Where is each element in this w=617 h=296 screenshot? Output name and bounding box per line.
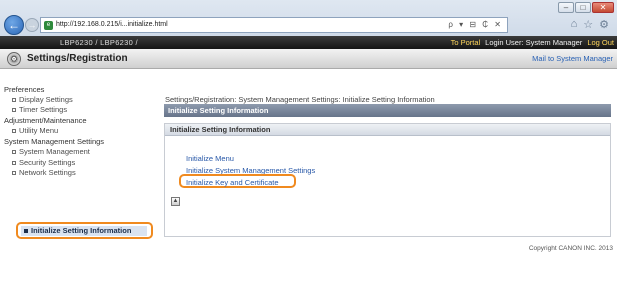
- bullet-icon: [24, 229, 28, 234]
- panel-title: Initialize Setting Information: [165, 124, 610, 136]
- sidebar-item-system-management[interactable]: System Management: [12, 147, 90, 156]
- selected-item: Initialize Setting Information: [21, 226, 147, 236]
- sidebar-item-label: Initialize Setting Information: [31, 226, 132, 235]
- initialize-key-and-certificate-link[interactable]: Initialize Key and Certificate: [186, 178, 279, 187]
- sidebar-item-label: System Management: [19, 147, 90, 156]
- forward-button[interactable]: →: [25, 18, 39, 32]
- to-portal-link[interactable]: To Portal: [451, 38, 481, 47]
- copyright-text: Copyright CANON INC. 2013: [528, 245, 613, 252]
- bullet-icon: [12, 171, 16, 176]
- sidebar-item-timer-settings[interactable]: Timer Settings: [12, 105, 67, 114]
- sidebar-section-preferences[interactable]: Preferences: [4, 85, 44, 94]
- address-tools[interactable]: ρ ▾ ⊟ ₵ ✕: [448, 20, 503, 29]
- minimize-button[interactable]: –: [558, 2, 574, 13]
- app-top-bar: LBP6230 / LBP6230 / To Portal Login User…: [0, 36, 617, 49]
- logout-link[interactable]: Log Out: [587, 38, 614, 47]
- sidebar-section-system-management-settings[interactable]: System Management Settings: [4, 137, 104, 146]
- home-icon[interactable]: ⌂: [571, 18, 578, 31]
- sidebar-item-label: Timer Settings: [19, 105, 68, 114]
- bullet-icon: [12, 161, 16, 166]
- sidebar-item-initialize-setting-information[interactable]: Initialize Setting Information: [16, 222, 153, 239]
- sidebar-item-network-settings[interactable]: Network Settings: [12, 168, 76, 177]
- maximize-button[interactable]: □: [575, 2, 591, 13]
- page-header: ⚙ Settings/Registration Mail to System M…: [0, 49, 617, 69]
- bullet-icon: [12, 98, 16, 103]
- mail-to-system-manager-link[interactable]: Mail to System Manager: [532, 54, 613, 63]
- back-button[interactable]: ←: [4, 15, 24, 35]
- sidebar-item-security-settings[interactable]: Security Settings: [12, 158, 75, 167]
- login-user-text: Login User: System Manager: [485, 38, 583, 47]
- sidebar-item-label: Network Settings: [19, 168, 76, 177]
- sidebar-item-label: Display Settings: [19, 95, 73, 104]
- close-button[interactable]: ✕: [592, 2, 614, 13]
- content-panel: Initialize Setting Information Initializ…: [164, 123, 611, 237]
- sidebar-item-display-settings[interactable]: Display Settings: [12, 95, 73, 104]
- sidebar-item-label: Security Settings: [19, 158, 76, 167]
- sidebar-section-adjustment[interactable]: Adjustment/Maintenance: [4, 116, 87, 125]
- gear-icon[interactable]: ⚙: [599, 18, 609, 31]
- page-title: Settings/Registration: [27, 53, 128, 64]
- scroll-to-top-icon[interactable]: ▲: [171, 197, 180, 206]
- initialize-menu-link[interactable]: Initialize Menu: [186, 154, 234, 163]
- printer-model: LBP6230 / LBP6230 /: [60, 38, 138, 47]
- navigation-bar: ← → e http://192.168.0.215/i...initializ…: [0, 14, 617, 36]
- bullet-icon: [12, 150, 16, 155]
- site-favicon-icon: e: [44, 21, 53, 30]
- bullet-icon: [12, 108, 16, 113]
- address-url[interactable]: http://192.168.0.215/i...initialize.html: [56, 21, 168, 28]
- window-controls: – □ ✕: [558, 2, 614, 13]
- star-icon[interactable]: ☆: [583, 18, 593, 31]
- sidebar-item-utility-menu[interactable]: Utility Menu: [12, 126, 58, 135]
- settings-gear-icon: ⚙: [7, 52, 21, 66]
- header-links: To Portal Login User: System Manager Log…: [451, 38, 614, 47]
- sidebar-item-label: Utility Menu: [19, 126, 59, 135]
- browser-toolbar-icons: ⌂ ☆ ⚙: [571, 18, 609, 31]
- address-bar[interactable]: e http://192.168.0.215/i...initialize.ht…: [40, 17, 508, 33]
- page-bar: Initialize Setting Information: [164, 104, 611, 117]
- breadcrumb: Settings/Registration: System Management…: [165, 95, 435, 104]
- bullet-icon: [12, 129, 16, 134]
